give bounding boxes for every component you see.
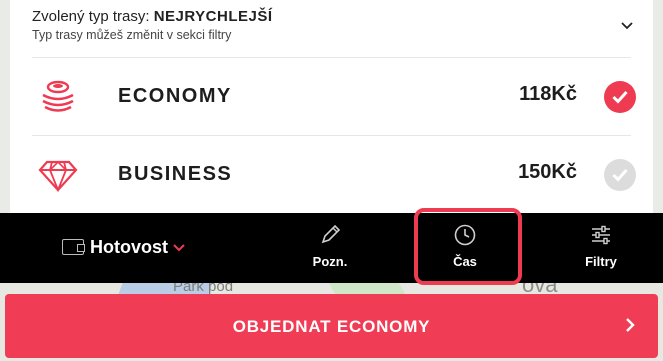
ride-option-economy[interactable]: ECONOMY 118Kč (10, 62, 653, 132)
ride-option-label: ECONOMY (118, 85, 232, 107)
wallet-icon (62, 239, 85, 255)
route-type-prefix: Zvolený typ trasy: (32, 8, 154, 25)
payment-method-label: Hotovost (90, 236, 168, 257)
order-button[interactable]: OBJEDNAT ECONOMY (5, 294, 658, 358)
chevron-right-icon (626, 318, 635, 332)
sliders-icon (592, 225, 610, 245)
route-type-line: Zvolený typ trasy: NEJRYCHLEJŠÍ (32, 8, 632, 25)
route-type-value: NEJRYCHLEJŠÍ (153, 8, 273, 25)
ride-options-card: Zvolený typ trasy: NEJRYCHLEJŠÍ Typ tras… (10, 0, 653, 213)
diamond-icon (38, 160, 78, 192)
pencil-icon (321, 224, 341, 244)
time-button-highlight (414, 208, 522, 285)
chevron-down-icon (173, 244, 185, 252)
ride-toolbar: Hotovost Pozn. Čas Filtry (0, 213, 663, 283)
ride-option-price: 118Kč (519, 83, 577, 105)
chevron-down-icon[interactable] (621, 20, 633, 32)
route-type-hint: Typ trasy můžeš změnit v sekci filtry (32, 28, 232, 42)
unselected-check-icon[interactable] (604, 159, 636, 191)
coins-icon (42, 80, 74, 112)
filters-label: Filtry (585, 254, 617, 269)
divider (32, 57, 631, 58)
route-type-header[interactable]: Zvolený typ trasy: NEJRYCHLEJŠÍ Typ tras… (32, 8, 632, 42)
order-button-label: OBJEDNAT ECONOMY (232, 317, 431, 336)
divider (32, 135, 631, 136)
ride-option-price: 150Kč (518, 161, 577, 183)
payment-method-button[interactable]: Hotovost (62, 235, 185, 259)
note-label: Pozn. (312, 254, 348, 269)
note-button[interactable]: Pozn. (300, 222, 360, 269)
filters-button[interactable]: Filtry (568, 222, 634, 269)
ride-option-business[interactable]: BUSINESS 150Kč (10, 140, 653, 210)
selected-check-icon[interactable] (604, 81, 636, 113)
ride-option-label: BUSINESS (118, 163, 233, 185)
